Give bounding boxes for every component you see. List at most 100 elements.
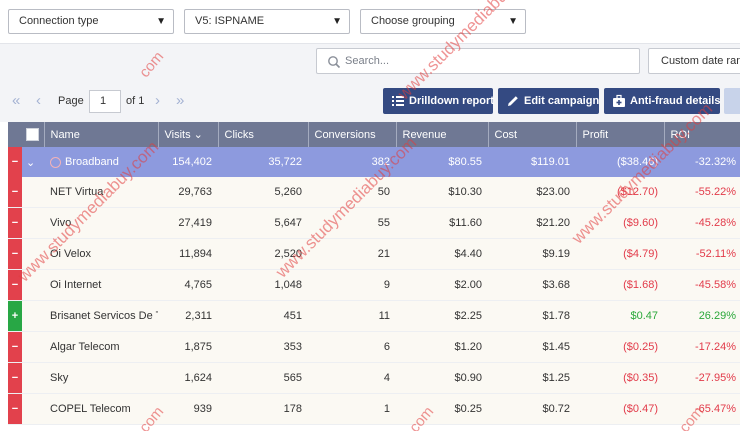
row-cost: $21.20 xyxy=(488,207,576,239)
search-bar: Search... Custom date ran xyxy=(0,44,740,80)
select-all-checkbox[interactable] xyxy=(26,128,39,141)
connection-type-select[interactable]: Connection type ▼ xyxy=(8,9,174,34)
row-marker-cell: − xyxy=(8,393,22,425)
grouping-value: Choose grouping xyxy=(371,15,455,27)
column-header-name[interactable]: Name xyxy=(44,122,159,147)
next-page-icon[interactable]: › xyxy=(155,80,160,122)
column-header-clicks[interactable]: Clicks xyxy=(218,122,309,147)
row-roi: -27.95% xyxy=(664,362,740,394)
row-toggle-icon: − xyxy=(11,217,19,229)
table-row[interactable]: − NET Virtua 29,763 5,260 50 $10.30 $23.… xyxy=(8,177,740,208)
row-cost: $9.19 xyxy=(488,238,576,270)
row-roi: 26.29% xyxy=(664,300,740,332)
column-header-visits[interactable]: Visits ⌄ xyxy=(158,122,219,147)
row-name: NET Virtua xyxy=(44,177,158,208)
group-name: Broadband xyxy=(65,156,119,168)
grouping-select[interactable]: Choose grouping ▼ xyxy=(360,9,526,34)
column-header-profit[interactable]: Profit xyxy=(576,122,665,147)
edit-campaign-button[interactable]: Edit campaign xyxy=(498,88,599,114)
row-toggle-icon: + xyxy=(11,310,19,322)
search-input[interactable]: Search... xyxy=(316,48,640,74)
table-row[interactable]: − Oi Velox 11,894 2,520 21 $4.40 $9.19 (… xyxy=(8,238,740,270)
row-status-marker[interactable]: − xyxy=(8,394,22,424)
row-cost: $1.45 xyxy=(488,331,576,363)
row-visits: 29,763 xyxy=(158,177,218,208)
row-status-marker[interactable]: − xyxy=(8,147,22,177)
table-row[interactable]: + Brisanet Servicos De T 2,311 451 11 $2… xyxy=(8,300,740,332)
row-spacer xyxy=(22,269,44,301)
group-clicks: 35,722 xyxy=(218,147,308,177)
page-label: Page xyxy=(58,95,84,107)
row-clicks: 178 xyxy=(218,393,308,425)
row-clicks: 565 xyxy=(218,362,308,394)
group-expand-cell: ⌄ xyxy=(22,147,44,177)
column-header-cost[interactable]: Cost xyxy=(488,122,577,147)
row-clicks: 1,048 xyxy=(218,269,308,301)
row-roi: -45.58% xyxy=(664,269,740,301)
report-table: Name Visits ⌄ Clicks Conversions Revenue… xyxy=(8,122,740,425)
drilldown-report-button[interactable]: Drilldown report xyxy=(383,88,494,114)
row-cost: $1.25 xyxy=(488,362,576,394)
table-row[interactable]: − COPEL Telecom 939 178 1 $0.25 $0.72 ($… xyxy=(8,393,740,425)
row-profit: ($1.68) xyxy=(576,269,664,301)
row-status-marker[interactable]: + xyxy=(8,301,22,331)
row-spacer xyxy=(22,300,44,332)
filter-bar: Connection type ▼ V5: ISPNAME ▼ Choose g… xyxy=(0,0,740,44)
row-conversions: 6 xyxy=(308,331,396,363)
edit-campaign-label: Edit campaign xyxy=(524,95,600,107)
row-clicks: 353 xyxy=(218,331,308,363)
column-header-conversions[interactable]: Conversions xyxy=(308,122,397,147)
row-visits: 939 xyxy=(158,393,218,425)
row-roi: -55.22% xyxy=(664,177,740,208)
column-header-roi[interactable]: ROI xyxy=(664,122,740,147)
row-status-marker[interactable]: − xyxy=(8,270,22,300)
last-page-icon[interactable]: » xyxy=(176,80,184,122)
column-header-revenue[interactable]: Revenue xyxy=(396,122,489,147)
toolbar: « ‹ Page 1 of 1 › » Drilldown report Edi… xyxy=(0,80,740,122)
row-status-marker[interactable]: − xyxy=(8,363,22,393)
row-status-marker[interactable]: − xyxy=(8,177,22,207)
list-icon xyxy=(392,96,404,106)
row-marker-cell: − xyxy=(8,238,22,270)
row-revenue: $0.25 xyxy=(396,393,488,425)
row-clicks: 5,260 xyxy=(218,177,308,208)
row-status-marker[interactable]: − xyxy=(8,208,22,238)
table-row[interactable]: − Oi Internet 4,765 1,048 9 $2.00 $3.68 … xyxy=(8,269,740,301)
chevron-down-icon[interactable]: ⌄ xyxy=(26,157,35,169)
prev-page-icon[interactable]: ‹ xyxy=(36,80,41,122)
row-name: Algar Telecom xyxy=(44,331,158,363)
anti-fraud-details-button[interactable]: Anti-fraud details xyxy=(604,88,720,114)
row-name: Brisanet Servicos De T xyxy=(44,300,158,332)
row-profit: ($0.25) xyxy=(576,331,664,363)
row-visits: 1,875 xyxy=(158,331,218,363)
row-toggle-icon: − xyxy=(11,403,19,415)
row-spacer xyxy=(22,393,44,425)
connection-type-value: Connection type xyxy=(19,15,99,27)
group-name-cell: Broadband xyxy=(44,147,158,177)
first-page-icon[interactable]: « xyxy=(12,80,20,122)
row-clicks: 5,647 xyxy=(218,207,308,239)
page-number-input[interactable]: 1 xyxy=(89,90,121,113)
row-roi: -65.47% xyxy=(664,393,740,425)
row-marker-cell: − xyxy=(8,269,22,301)
table-row[interactable]: − Algar Telecom 1,875 353 6 $1.20 $1.45 … xyxy=(8,331,740,363)
row-revenue: $1.20 xyxy=(396,331,488,363)
page-count: of 1 xyxy=(126,95,145,107)
anti-fraud-details-label: Anti-fraud details xyxy=(630,95,721,107)
row-profit: ($4.79) xyxy=(576,238,664,270)
v5-select[interactable]: V5: ISPNAME ▼ xyxy=(184,9,350,34)
row-cost: $3.68 xyxy=(488,269,576,301)
table-row[interactable]: − Sky 1,624 565 4 $0.90 $1.25 ($0.35) -2… xyxy=(8,362,740,394)
row-status-marker[interactable]: − xyxy=(8,332,22,362)
table-row[interactable]: − Vivo 27,419 5,647 55 $11.60 $21.20 ($9… xyxy=(8,207,740,239)
group-visits: 154,402 xyxy=(158,147,218,177)
drilldown-report-label: Drilldown report xyxy=(409,95,494,107)
row-marker-cell: − xyxy=(8,177,22,208)
group-row[interactable]: − ⌄ Broadband 154,402 35,722 382 $80.55 … xyxy=(8,147,740,177)
row-spacer xyxy=(22,177,44,208)
row-revenue: $11.60 xyxy=(396,207,488,239)
row-roi: -45.28% xyxy=(664,207,740,239)
date-range-button[interactable]: Custom date ran xyxy=(648,48,740,74)
export-button[interactable] xyxy=(724,88,740,114)
row-status-marker[interactable]: − xyxy=(8,239,22,269)
